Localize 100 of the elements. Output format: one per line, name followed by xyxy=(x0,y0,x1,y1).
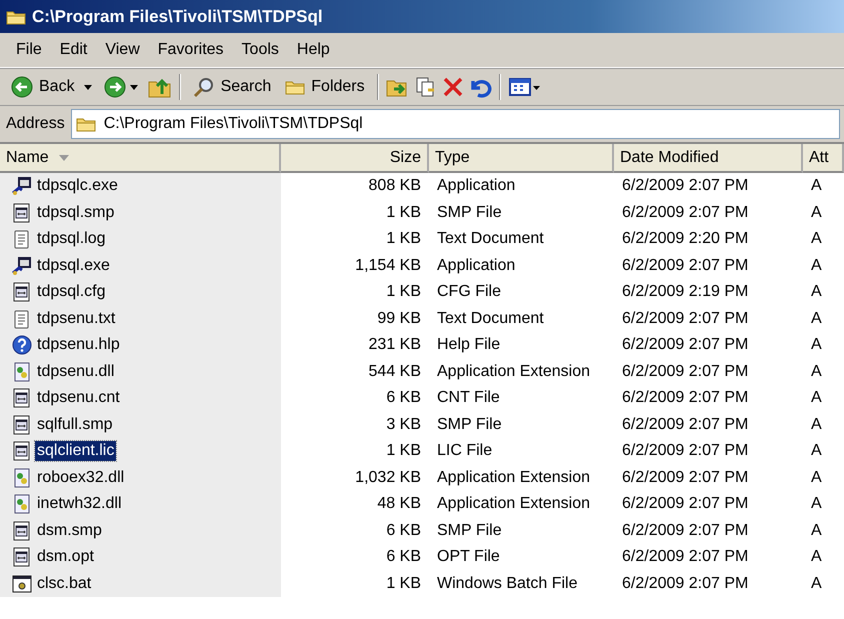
table-cell-text: 6/2/2009 2:07 PM xyxy=(621,547,750,568)
table-cell-text: 6/2/2009 2:07 PM xyxy=(621,388,750,408)
table-cell-text: 1,032 KB xyxy=(354,468,422,488)
column-header[interactable]: Type xyxy=(429,144,614,173)
table-cell-text: A xyxy=(810,388,823,408)
table-cell-text: 6 KB xyxy=(385,388,422,408)
table-cell-text: Application xyxy=(436,256,516,276)
document-icon xyxy=(12,414,32,435)
file-name[interactable]: roboex32.dll xyxy=(35,468,126,488)
column-header[interactable]: Name xyxy=(0,144,281,173)
table-cell-text: 6 KB xyxy=(385,547,422,568)
table-cell-text: CNT File xyxy=(436,388,501,408)
dropdown-arrow-icon[interactable] xyxy=(130,84,138,90)
column-header[interactable]: Size xyxy=(281,144,429,173)
table-cell-text: 3 KB xyxy=(385,414,422,435)
table-cell-text: OPT File xyxy=(436,547,501,568)
table-cell-text: 6/2/2009 2:07 PM xyxy=(621,308,750,329)
search-button[interactable]: Search xyxy=(188,73,276,101)
table-cell-text: A xyxy=(810,414,823,435)
table-cell-text: 6/2/2009 2:07 PM xyxy=(621,494,750,514)
table-cell-text: 1 KB xyxy=(385,441,422,462)
table-cell-text: 6/2/2009 2:07 PM xyxy=(621,176,750,196)
table-cell-text: A xyxy=(810,176,823,196)
folder-icon xyxy=(6,8,26,24)
table-cell-text: A xyxy=(810,256,823,276)
table-cell-text: Application xyxy=(436,176,516,196)
table-cell-text: 6/2/2009 2:07 PM xyxy=(621,520,750,541)
program-icon xyxy=(12,256,32,276)
file-name[interactable]: tdpsql.smp xyxy=(35,202,116,223)
table-cell-text: Text Document xyxy=(436,308,545,329)
forward-icon[interactable] xyxy=(104,76,126,98)
column-header[interactable]: Att xyxy=(803,144,844,173)
table-cell-text: A xyxy=(810,441,823,462)
dropdown-arrow-icon[interactable] xyxy=(84,84,92,90)
table-cell-text: 6/2/2009 2:07 PM xyxy=(621,414,750,435)
help-icon xyxy=(12,335,32,356)
views-icon[interactable] xyxy=(508,76,542,98)
file-name[interactable]: tdpsql.log xyxy=(35,229,108,250)
table-cell-text: 6/2/2009 2:07 PM xyxy=(621,202,750,223)
table-cell-text: 1 KB xyxy=(385,202,422,223)
menu-item[interactable]: Edit xyxy=(52,39,96,61)
table-cell-text: A xyxy=(810,362,823,382)
file-name[interactable]: dsm.smp xyxy=(35,520,104,541)
table-cell-text: 6/2/2009 2:07 PM xyxy=(621,362,750,382)
file-name[interactable]: tdpsqlc.exe xyxy=(35,176,120,196)
table-cell-text: 808 KB xyxy=(368,176,422,196)
file-name[interactable]: sqlfull.smp xyxy=(35,414,115,435)
program-icon xyxy=(12,176,32,196)
document-icon xyxy=(12,388,32,408)
table-cell-text: 6/2/2009 2:19 PM xyxy=(621,282,750,302)
file-name[interactable]: tdpsql.cfg xyxy=(35,282,108,302)
delete-icon[interactable] xyxy=(442,76,464,98)
document-icon xyxy=(12,441,32,462)
address-field[interactable]: C:\Program Files\Tivoli\TSM\TDPSql xyxy=(70,109,840,139)
back-button[interactable]: Back xyxy=(6,73,80,101)
table-cell-text: 6/2/2009 2:07 PM xyxy=(621,441,750,462)
sort-arrow-icon xyxy=(58,154,69,160)
table-cell-text: A xyxy=(810,574,823,594)
table-cell-text: A xyxy=(810,468,823,488)
file-name[interactable]: clsc.bat xyxy=(35,574,94,594)
window-title: C:\Program Files\Tivoli\TSM\TDPSql xyxy=(32,6,323,26)
table-cell-text: A xyxy=(810,202,823,223)
table-cell-text: Application Extension xyxy=(436,494,591,514)
table-cell-text: A xyxy=(810,229,823,250)
table-cell-text: LIC File xyxy=(436,441,494,462)
table-cell-text: Help File xyxy=(436,335,502,356)
table-cell-text: 99 KB xyxy=(376,308,422,329)
folders-button[interactable]: Folders xyxy=(280,75,370,99)
table-cell-text: 6 KB xyxy=(385,520,422,541)
menu-item[interactable]: File xyxy=(8,39,50,61)
file-name[interactable]: tdpsenu.cnt xyxy=(35,388,122,408)
file-name[interactable]: tdpsql.exe xyxy=(35,256,112,276)
menu-item[interactable]: Help xyxy=(288,39,338,61)
table-cell-text: Windows Batch File xyxy=(436,574,578,594)
table-cell-text: A xyxy=(810,335,823,356)
gears-file-icon xyxy=(12,468,32,488)
menu-item[interactable]: Tools xyxy=(234,39,287,61)
table-cell-text: A xyxy=(810,547,823,568)
file-name[interactable]: sqlclient.lic xyxy=(35,441,116,462)
menu-item[interactable]: Favorites xyxy=(150,39,232,61)
file-name[interactable]: inetwh32.dll xyxy=(35,494,124,514)
table-cell-text: SMP File xyxy=(436,202,503,223)
file-name[interactable]: dsm.opt xyxy=(35,547,96,568)
table-cell-text: 48 KB xyxy=(376,494,422,514)
table-cell-text: 6/2/2009 2:07 PM xyxy=(621,256,750,276)
file-name[interactable]: tdpsenu.hlp xyxy=(35,335,122,356)
folder-icon xyxy=(285,79,306,95)
menu-item[interactable]: View xyxy=(97,39,148,61)
file-name[interactable]: tdpsenu.dll xyxy=(35,362,116,382)
table-cell-text: 231 KB xyxy=(368,335,422,356)
table-cell-text: 1 KB xyxy=(385,229,422,250)
table-cell-text: Text Document xyxy=(436,229,545,250)
file-name[interactable]: tdpsenu.txt xyxy=(35,308,118,329)
table-cell-text: SMP File xyxy=(436,414,503,435)
table-cell-text: A xyxy=(810,282,823,302)
table-cell-text: Application Extension xyxy=(436,362,591,382)
column-header[interactable]: Date Modified xyxy=(614,144,803,173)
folder-up-icon[interactable] xyxy=(148,76,172,98)
table-cell-text: A xyxy=(810,494,823,514)
document-icon xyxy=(12,202,32,223)
